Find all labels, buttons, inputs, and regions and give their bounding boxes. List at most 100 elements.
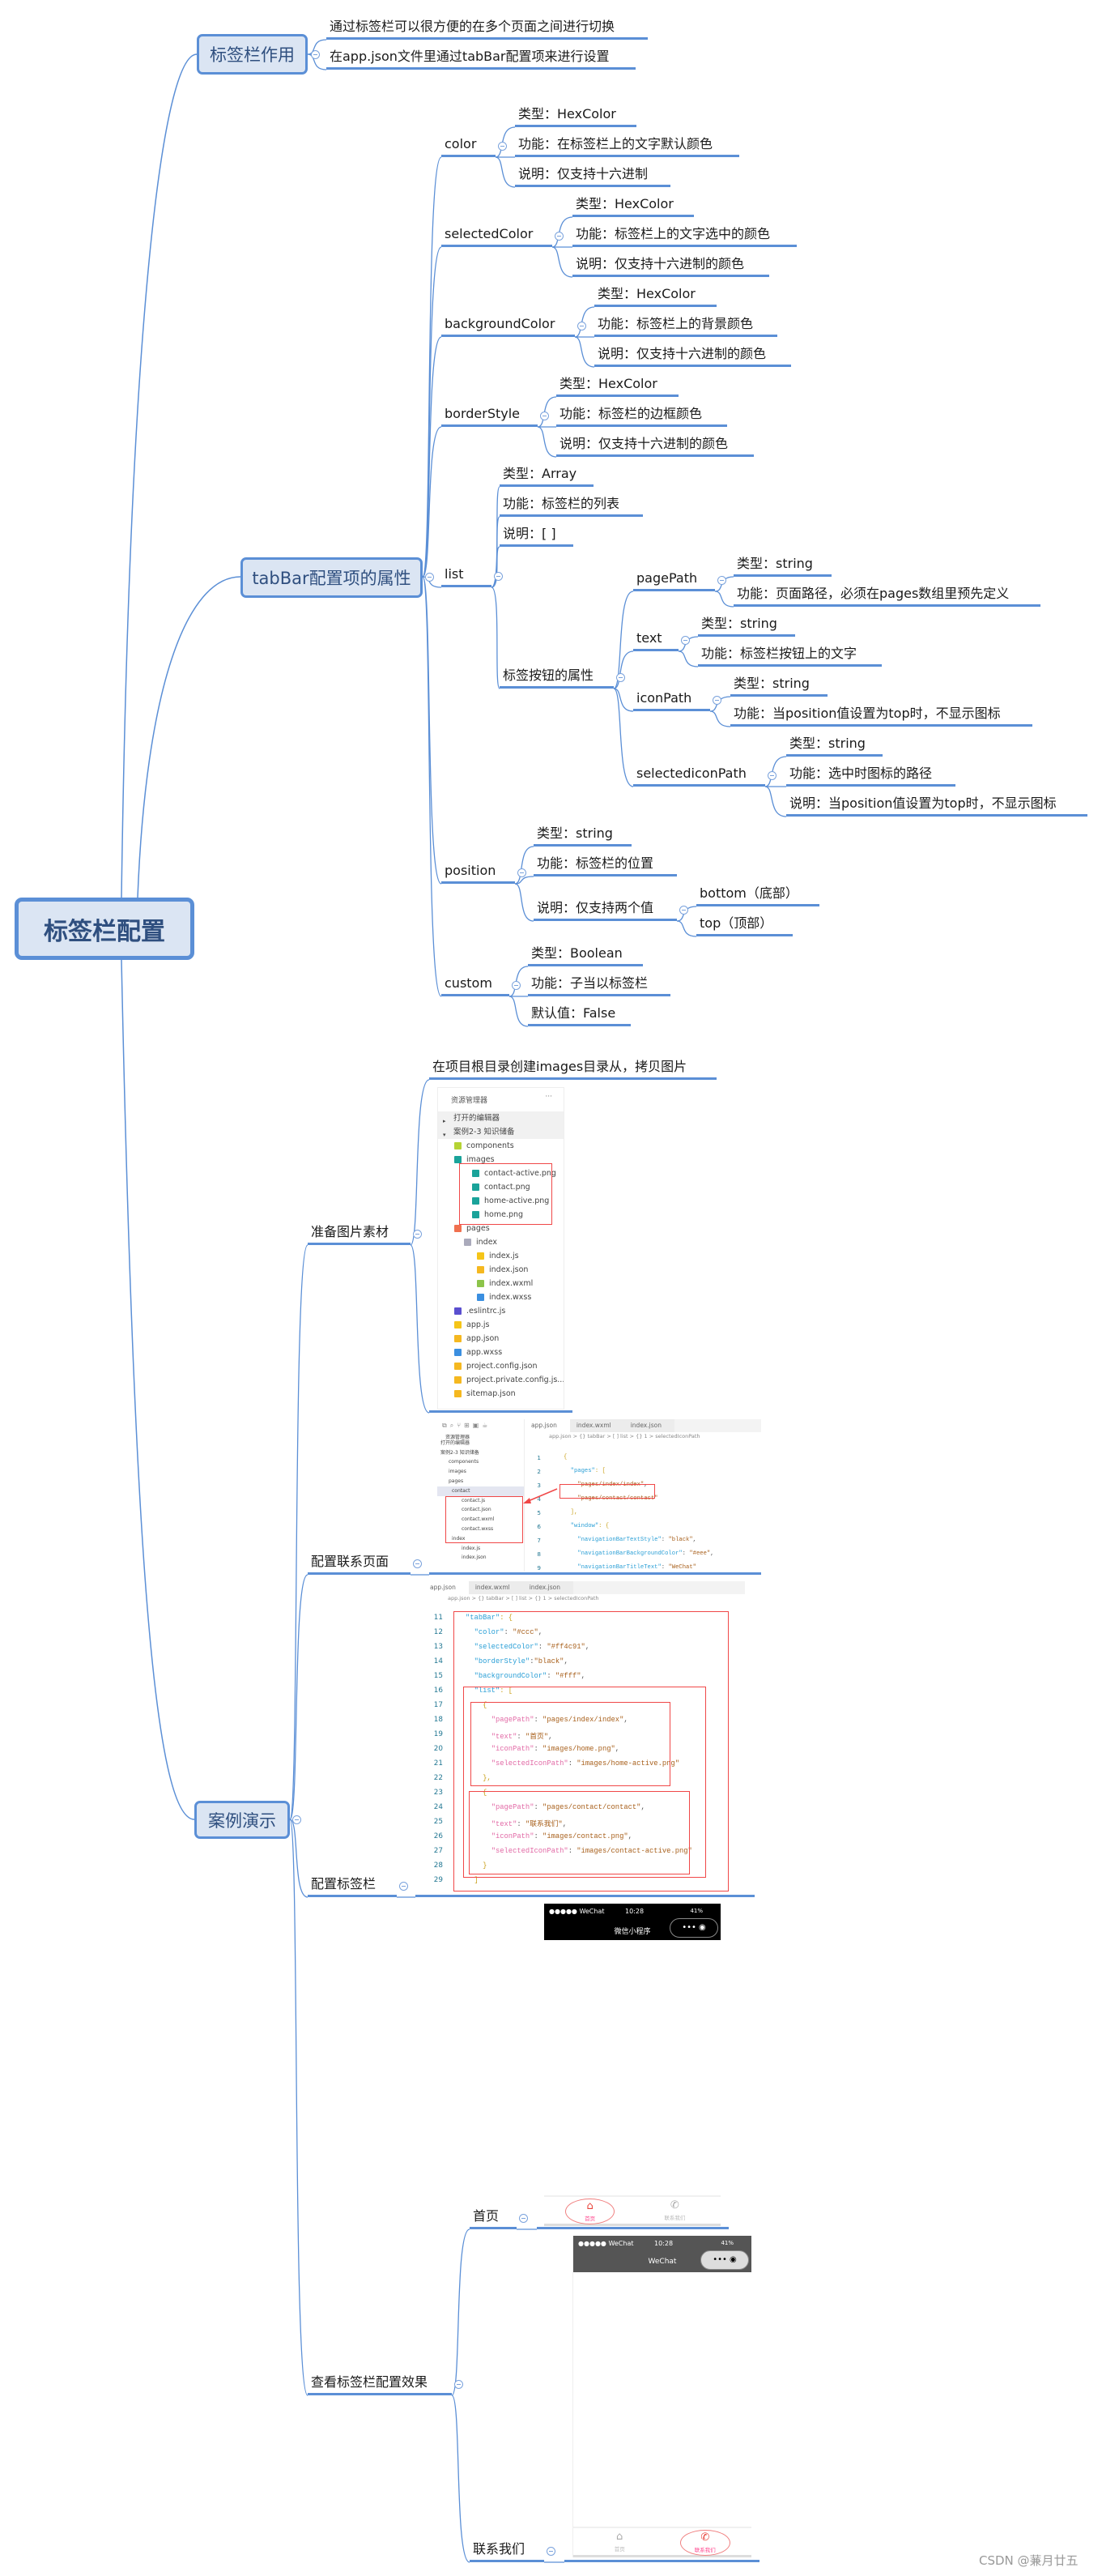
prop-detail[interactable]: 功能：页面路径，必须在pages数组里预先定义 — [734, 584, 1040, 607]
explorer-row[interactable]: index.json — [438, 1263, 564, 1277]
explorer-row[interactable]: index — [438, 1235, 564, 1249]
collapse-toggle-icon[interactable] — [413, 1559, 422, 1568]
collapse-toggle-icon[interactable] — [555, 232, 564, 241]
editor-tab[interactable]: index.wxml — [468, 1581, 523, 1594]
prop-backgroundColor[interactable]: backgroundColor — [441, 314, 575, 337]
button-prop-iconPath[interactable]: iconPath — [633, 689, 710, 711]
demo-prepare-images[interactable]: 准备图片素材 — [308, 1222, 411, 1245]
explorer-row[interactable]: index.wxss — [438, 1290, 564, 1304]
prop-custom[interactable]: custom — [441, 974, 509, 996]
prop-detail[interactable]: 功能：标签栏的边框颜色 — [556, 404, 727, 427]
collapse-toggle-icon[interactable] — [713, 696, 721, 705]
collapse-toggle-icon[interactable] — [540, 412, 549, 420]
prop-detail[interactable]: 类型：Boolean — [528, 944, 643, 966]
prop-detail[interactable]: 类型：HexColor — [556, 374, 679, 397]
explorer-row[interactable]: project.config.json — [438, 1359, 564, 1373]
topic-purpose[interactable]: 标签栏作用 — [197, 34, 308, 75]
collapse-toggle-icon[interactable] — [517, 868, 526, 877]
prop-detail[interactable]: 说明：[ ] — [500, 524, 573, 547]
prop-detail[interactable]: 类型：HexColor — [515, 104, 636, 127]
capsule-menu-button[interactable]: ••• ◉ — [670, 1918, 718, 1938]
more-icon[interactable]: ··· — [545, 1093, 552, 1101]
prop-detail[interactable]: 类型：string — [730, 674, 828, 697]
collapse-toggle-icon[interactable] — [679, 906, 688, 915]
prop-detail[interactable]: 说明：仅支持十六进制 — [515, 164, 670, 187]
explorer-row[interactable]: index.js — [438, 1249, 564, 1263]
collapse-toggle-icon[interactable] — [292, 1815, 301, 1824]
prop-detail[interactable]: 功能：标签栏上的文字选中的颜色 — [572, 224, 797, 247]
breadcrumb[interactable]: app.json > {} tabBar > [ ] list > {} 1 >… — [448, 1595, 599, 1601]
tab-item[interactable]: ✆ 联系我们 — [650, 2199, 700, 2224]
collapse-toggle-icon[interactable] — [425, 573, 434, 582]
explorer-row[interactable]: app.wxss — [438, 1346, 564, 1359]
button-prop-text[interactable]: text — [633, 629, 679, 651]
prop-list[interactable]: list — [441, 565, 491, 587]
prepare-note[interactable]: 在项目根目录创建images目录从，拷贝图片 — [429, 1057, 717, 1080]
prop-detail[interactable]: 功能：当position值设置为top时，不显示图标 — [730, 704, 1032, 727]
collapse-toggle-icon[interactable] — [454, 2380, 463, 2389]
prop-detail[interactable]: 功能：标签栏的位置 — [534, 854, 677, 876]
prop-detail[interactable]: 说明：仅支持两个值 — [534, 898, 677, 921]
explorer-row[interactable]: ▸ 打开的编辑器 — [438, 1111, 564, 1125]
tab-item[interactable]: ⌂ 首页 — [594, 2530, 645, 2556]
collapse-toggle-icon[interactable] — [399, 1882, 408, 1891]
prop-detail[interactable]: 功能：标签栏按钮上的文字 — [698, 644, 882, 667]
explorer-row[interactable]: index.wxml — [438, 1277, 564, 1290]
prop-detail[interactable]: 类型：HexColor — [572, 194, 694, 217]
collapse-toggle-icon[interactable] — [768, 771, 777, 780]
explorer-row[interactable]: .eslintrc.js — [438, 1304, 564, 1318]
explorer-row[interactable]: project.private.config.js... — [438, 1373, 564, 1387]
collapse-toggle-icon[interactable] — [616, 673, 625, 682]
collapse-toggle-icon[interactable] — [519, 2214, 528, 2223]
prop-detail[interactable]: 类型：string — [698, 614, 795, 637]
topic-demo[interactable]: 案例演示 — [194, 1801, 290, 1839]
position-value[interactable]: top（顶部） — [696, 914, 793, 936]
prop-detail[interactable]: 功能：选中时图标的路径 — [786, 764, 955, 787]
button-prop-pagePath[interactable]: pagePath — [633, 569, 715, 591]
purpose-item[interactable]: 在app.json文件里通过tabBar配置项来进行设置 — [326, 47, 636, 70]
prop-detail[interactable]: 功能：标签栏的列表 — [500, 494, 643, 517]
button-prop-selectediconPath[interactable]: selectediconPath — [633, 764, 765, 787]
prop-detail[interactable]: 类型：HexColor — [594, 284, 717, 307]
prop-detail[interactable]: 默认值：False — [528, 1004, 631, 1026]
effect-contact[interactable]: 联系我们 — [470, 2540, 544, 2562]
root-topic[interactable]: 标签栏配置 — [15, 898, 194, 960]
topic-tabbar-props[interactable]: tabBar配置项的属性 — [240, 557, 423, 598]
collapse-toggle-icon[interactable] — [681, 636, 690, 645]
prop-detail[interactable]: 类型：string — [786, 734, 883, 757]
list-button-props[interactable]: 标签按钮的属性 — [500, 666, 614, 689]
prop-detail[interactable]: 功能：标签栏上的背景颜色 — [594, 314, 777, 337]
position-value[interactable]: bottom（底部） — [696, 884, 819, 906]
prop-position[interactable]: position — [441, 861, 515, 884]
editor-tab[interactable]: index.json — [522, 1581, 573, 1594]
collapse-toggle-icon[interactable] — [577, 322, 586, 331]
editor-tab[interactable]: app.json — [423, 1581, 469, 1594]
collapse-toggle-icon[interactable] — [498, 142, 507, 151]
prop-detail[interactable]: 说明：仅支持十六进制的颜色 — [556, 434, 754, 457]
explorer-row[interactable]: sitemap.json — [438, 1387, 564, 1401]
collapse-toggle-icon[interactable] — [547, 2547, 555, 2556]
capsule-menu-button[interactable]: ••• ◉ — [700, 2250, 749, 2270]
prop-detail[interactable]: 功能：子当以标签栏 — [528, 974, 670, 996]
prop-detail[interactable]: 功能：在标签栏上的文字默认颜色 — [515, 134, 739, 157]
prop-detail[interactable]: 类型：string — [734, 554, 832, 577]
explorer-row[interactable]: app.json — [438, 1332, 564, 1346]
effect-home[interactable]: 首页 — [470, 2207, 517, 2229]
tab-item[interactable]: ✆ 联系我们 — [680, 2530, 730, 2556]
prop-color[interactable]: color — [441, 134, 496, 157]
tab-item[interactable]: ⌂ 首页 — [565, 2199, 615, 2224]
explorer-row[interactable]: app.js — [438, 1318, 564, 1332]
collapse-toggle-icon[interactable] — [311, 50, 320, 59]
collapse-toggle-icon[interactable] — [494, 572, 503, 581]
demo-config-tabbar[interactable]: 配置标签栏 — [308, 1874, 397, 1897]
purpose-item[interactable]: 通过标签栏可以很方便的在多个页面之间进行切换 — [326, 17, 648, 40]
explorer-row[interactable]: components — [438, 1139, 564, 1153]
collapse-toggle-icon[interactable] — [413, 1230, 422, 1239]
prop-borderStyle[interactable]: borderStyle — [441, 404, 538, 427]
explorer-row[interactable]: ▾ 案例2-3 知识储备 — [438, 1125, 564, 1139]
prop-selectedColor[interactable]: selectedColor — [441, 224, 552, 247]
prop-detail[interactable]: 说明：当position值设置为top时，不显示图标 — [786, 794, 1087, 817]
prop-detail[interactable]: 类型：Array — [500, 464, 594, 487]
collapse-toggle-icon[interactable] — [717, 576, 726, 585]
prop-detail[interactable]: 说明：仅支持十六进制的颜色 — [572, 254, 769, 277]
